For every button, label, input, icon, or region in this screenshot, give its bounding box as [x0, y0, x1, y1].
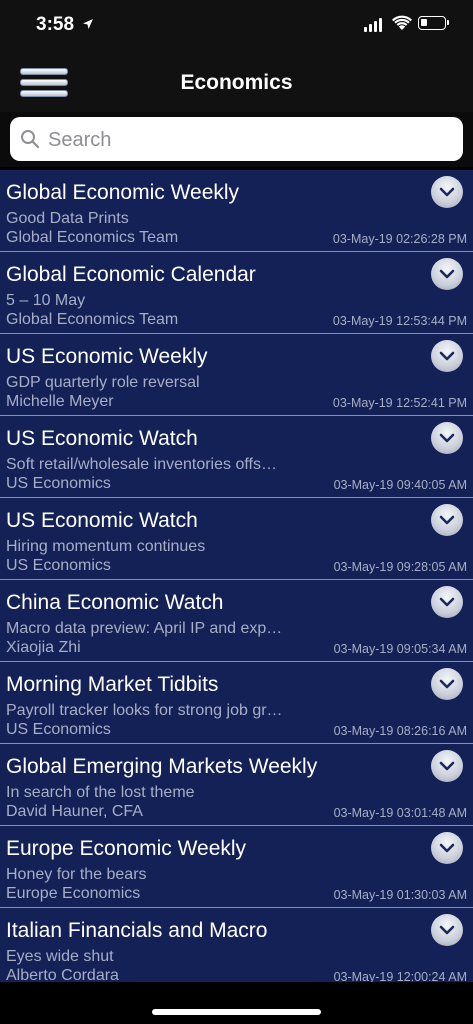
list-item[interactable]: Europe Economic Weekly Honey for the bea…	[0, 826, 473, 908]
expand-chevron-icon[interactable]	[431, 258, 463, 290]
item-author: US Economics	[6, 475, 111, 492]
item-author: Global Economics Team	[6, 229, 179, 246]
list-item[interactable]: Italian Financials and Macro Eyes wide s…	[0, 908, 473, 982]
item-subtitle: Payroll tracker looks for strong job gr…	[6, 702, 283, 719]
expand-chevron-icon[interactable]	[431, 668, 463, 700]
item-date: 03-May-19 12:52:41 PM	[332, 396, 467, 410]
report-list: Global Economic Weekly Good Data Prints …	[0, 170, 473, 982]
item-subtitle: Good Data Prints	[6, 210, 129, 227]
item-date: 03-May-19 02:26:28 PM	[332, 232, 467, 246]
expand-chevron-icon[interactable]	[431, 914, 463, 946]
list-item[interactable]: US Economic Watch Soft retail/wholesale …	[0, 416, 473, 498]
list-item[interactable]: Global Emerging Markets Weekly In search…	[0, 744, 473, 826]
list-item[interactable]: Global Economic Weekly Good Data Prints …	[0, 170, 473, 252]
bottom-area	[0, 982, 473, 1024]
item-author: Xiaojia Zhi	[6, 639, 81, 656]
expand-chevron-icon[interactable]	[431, 422, 463, 454]
item-author: Global Economics Team	[6, 311, 179, 328]
list-item[interactable]: Morning Market Tidbits Payroll tracker l…	[0, 662, 473, 744]
wifi-icon	[392, 15, 412, 30]
list-item[interactable]: US Economic Watch Hiring momentum contin…	[0, 498, 473, 580]
expand-chevron-icon[interactable]	[431, 586, 463, 618]
item-subtitle: 5 – 10 May	[6, 292, 86, 309]
item-date: 03-May-19 03:01:48 AM	[333, 806, 467, 820]
item-date: 03-May-19 09:40:05 AM	[333, 478, 467, 492]
list-item[interactable]: Global Economic Calendar 5 – 10 May Glob…	[0, 252, 473, 334]
expand-chevron-icon[interactable]	[431, 832, 463, 864]
location-arrow-icon	[83, 19, 93, 29]
item-date: 03-May-19 09:05:34 AM	[333, 642, 467, 656]
item-title: Global Economic Weekly	[6, 181, 240, 204]
item-title: US Economic Watch	[6, 427, 198, 450]
item-title: US Economic Weekly	[6, 345, 208, 368]
item-title: Global Economic Calendar	[6, 263, 256, 286]
item-date: 03-May-19 09:28:05 AM	[333, 560, 467, 574]
item-subtitle: GDP quarterly role reversal	[6, 374, 200, 391]
expand-chevron-icon[interactable]	[431, 504, 463, 536]
item-author: Alberto Cordara	[6, 967, 119, 982]
expand-chevron-icon[interactable]	[431, 750, 463, 782]
item-subtitle: In search of the lost theme	[6, 784, 195, 801]
search-icon	[21, 130, 40, 149]
item-title: Europe Economic Weekly	[6, 837, 247, 860]
navigation-bar: Economics	[0, 52, 473, 112]
expand-chevron-icon[interactable]	[431, 176, 463, 208]
item-date: 03-May-19 12:53:44 PM	[332, 314, 467, 328]
item-date: 03-May-19 08:26:16 AM	[333, 724, 467, 738]
item-subtitle: Macro data preview: April IP and exp…	[6, 620, 283, 637]
item-author: US Economics	[6, 557, 111, 574]
item-author: Michelle Meyer	[6, 393, 114, 410]
item-title: Global Emerging Markets Weekly	[6, 755, 318, 778]
search-bar	[0, 112, 473, 167]
item-date: 03-May-19 01:30:03 AM	[333, 888, 467, 902]
item-title: Italian Financials and Macro	[6, 919, 268, 942]
search-input[interactable]	[46, 123, 450, 157]
list-item[interactable]: China Economic Watch Macro data preview:…	[0, 580, 473, 662]
item-title: China Economic Watch	[6, 591, 224, 614]
item-subtitle: Eyes wide shut	[6, 948, 114, 965]
list-item[interactable]: US Economic Weekly GDP quarterly role re…	[0, 334, 473, 416]
item-subtitle: Hiring momentum continues	[6, 538, 206, 555]
item-author: David Hauner, CFA	[6, 803, 143, 820]
status-bar: 3:58	[0, 0, 473, 52]
expand-chevron-icon[interactable]	[431, 340, 463, 372]
battery-icon	[418, 16, 449, 30]
search-field[interactable]	[10, 117, 463, 161]
item-date: 03-May-19 12:00:24 AM	[333, 970, 467, 982]
item-subtitle: Honey for the bears	[6, 866, 147, 883]
item-title: Morning Market Tidbits	[6, 673, 219, 696]
page-title: Economics	[180, 71, 293, 94]
item-subtitle: Soft retail/wholesale inventories offs…	[6, 456, 277, 473]
item-author: US Economics	[6, 721, 111, 738]
home-indicator[interactable]	[152, 1009, 321, 1015]
item-author: Europe Economics	[6, 885, 141, 902]
status-time: 3:58	[36, 14, 75, 35]
item-title: US Economic Watch	[6, 509, 198, 532]
